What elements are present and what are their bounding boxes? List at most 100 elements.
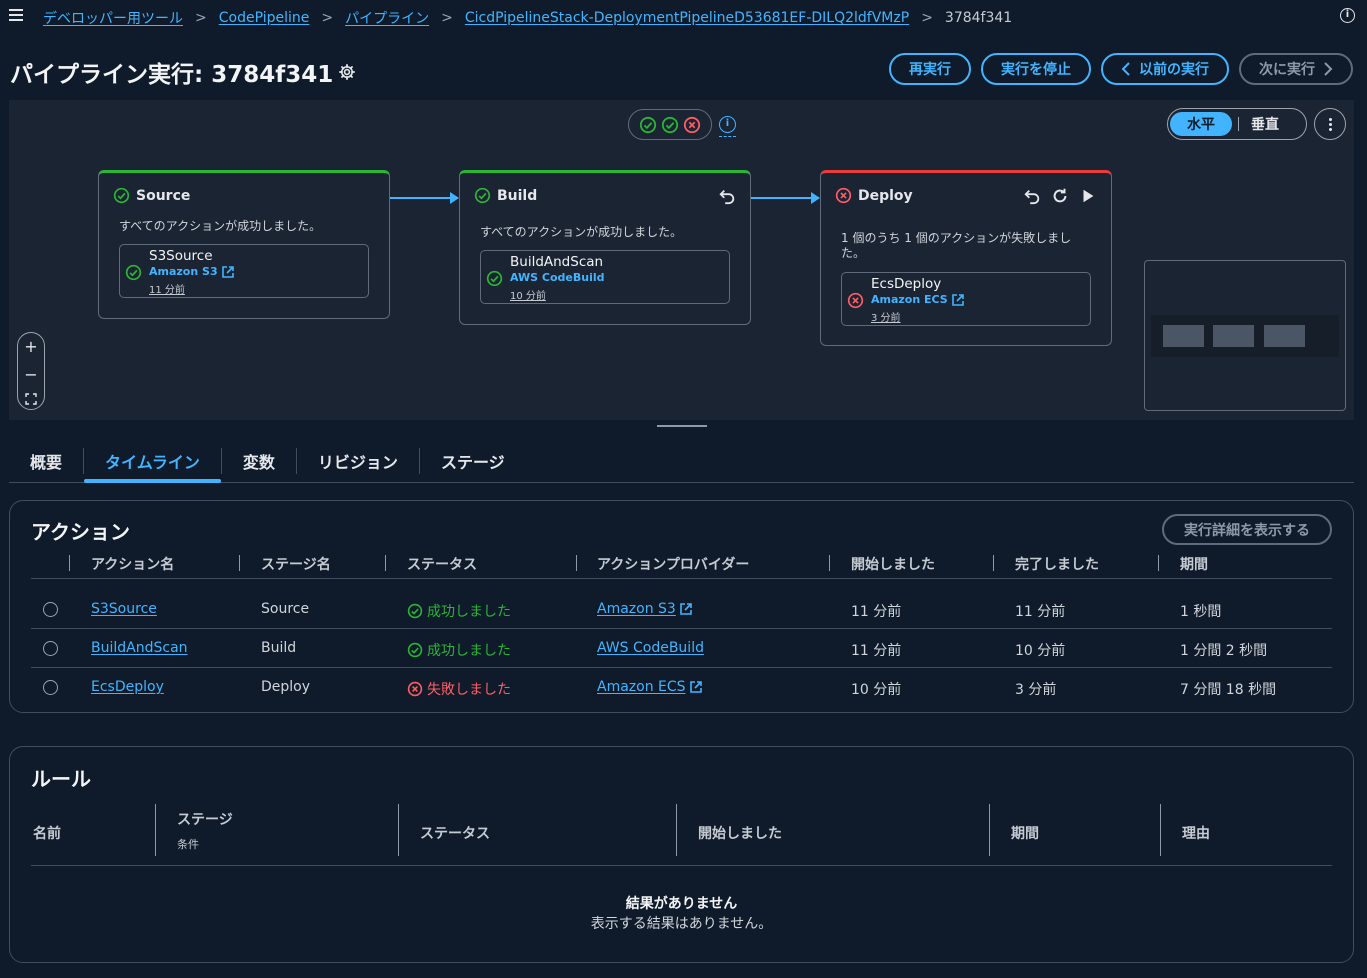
layout-horizontal-button[interactable]: 水平 <box>1170 112 1232 136</box>
action-provider-link[interactable]: AWS CodeBuild <box>510 271 605 284</box>
zoom-controls: + − <box>17 332 45 410</box>
column-status[interactable]: ステータス <box>407 554 477 574</box>
column-action-name[interactable]: アクション名 <box>91 554 174 574</box>
chevron-right-icon: > <box>921 10 933 26</box>
table-row[interactable]: EcsDeploy Deploy 失敗しました Amazon ECS 10 分前… <box>31 668 1332 707</box>
row-radio[interactable] <box>43 641 58 656</box>
chevron-right-icon: > <box>321 10 334 26</box>
column-started[interactable]: 開始しました <box>851 554 935 574</box>
rules-table-header: 名前 ステージ 条件 ステータス 開始しました 期間 理由 <box>31 802 1332 866</box>
provider-link[interactable]: Amazon ECS <box>597 679 686 695</box>
action-time: 3 分前 <box>871 313 901 324</box>
previous-execution-button[interactable]: 以前の実行 <box>1101 53 1229 85</box>
column-condition: 条件 <box>177 838 199 851</box>
stage-deploy-header: Deploy <box>835 187 913 204</box>
action-card-ecsdeploy[interactable]: EcsDeploy Amazon ECS 3 分前 <box>841 272 1091 326</box>
action-card-buildandscan[interactable]: BuildAndScan AWS CodeBuild 10 分前 <box>480 250 730 304</box>
minimap-node <box>1163 325 1204 347</box>
tab-timeline[interactable]: タイムライン <box>84 440 221 483</box>
provider-cell[interactable]: Amazon ECS <box>597 679 702 695</box>
breadcrumb-codepipeline[interactable]: CodePipeline <box>219 10 310 26</box>
stage-tools <box>718 187 736 205</box>
action-card-s3source[interactable]: S3Source Amazon S3 11 分前 <box>119 244 369 298</box>
stage-source-header: Source <box>113 187 190 204</box>
tab-variables[interactable]: 変数 <box>222 440 296 482</box>
rollback-icon[interactable] <box>718 187 736 205</box>
actions-panel-title: アクション <box>31 520 130 544</box>
table-row[interactable]: S3Source Source 成功しました Amazon S3 11 分前 1… <box>31 590 1332 629</box>
external-link-icon <box>680 603 692 615</box>
breadcrumb-pipeline-name[interactable]: CicdPipelineStack-DeploymentPipelineD536… <box>465 10 909 26</box>
breadcrumb-pipelines[interactable]: パイプライン <box>345 8 429 28</box>
provider-cell[interactable]: AWS CodeBuild <box>597 640 704 656</box>
column-divider <box>576 555 577 571</box>
status-text: 成功しました <box>427 643 511 659</box>
action-provider: Amazon S3 <box>149 265 218 278</box>
action-name: BuildAndScan <box>510 254 604 270</box>
status-text: 成功しました <box>427 604 511 620</box>
stage-name-cell: Build <box>261 640 297 656</box>
play-icon[interactable] <box>1079 187 1097 205</box>
next-execution-button[interactable]: 次に実行 <box>1239 53 1353 85</box>
breadcrumb-developer-tools[interactable]: デベロッパー用ツール <box>43 8 183 28</box>
pipeline-canvas[interactable]: i 水平 垂直 Source すべてのアクションが成功しました。 S3Sourc… <box>9 100 1354 420</box>
more-options-icon[interactable] <box>1314 108 1346 140</box>
error-icon <box>835 187 852 204</box>
completed-cell: 10 分前 <box>1015 643 1066 659</box>
retry-icon[interactable] <box>1051 187 1069 205</box>
fit-view-icon[interactable] <box>25 392 37 405</box>
column-divider <box>993 555 994 571</box>
column-duration[interactable]: 期間 <box>1180 554 1208 574</box>
provider-link[interactable]: AWS CodeBuild <box>597 640 704 656</box>
action-name-link[interactable]: S3Source <box>91 601 157 617</box>
action-name-link[interactable]: EcsDeploy <box>91 679 164 695</box>
column-provider[interactable]: アクションプロバイダー <box>597 554 749 574</box>
minimap[interactable] <box>1144 260 1346 411</box>
column-divider <box>155 804 156 856</box>
tab-revisions[interactable]: リビジョン <box>297 440 419 482</box>
action-provider-link[interactable]: Amazon S3 <box>149 265 234 278</box>
info-icon[interactable]: i <box>1340 8 1355 23</box>
previous-execution-label: 以前の実行 <box>1139 62 1209 78</box>
action-name-link[interactable]: BuildAndScan <box>91 640 188 656</box>
column-divider <box>676 804 677 856</box>
info-icon[interactable]: i <box>719 116 736 133</box>
row-radio[interactable] <box>43 602 58 617</box>
action-time: 11 分前 <box>149 285 185 296</box>
top-bar: デベロッパー用ツール > CodePipeline > パイプライン > Cic… <box>0 0 1367 34</box>
table-row[interactable]: BuildAndScan Build 成功しました AWS CodeBuild … <box>31 629 1332 668</box>
stop-execution-button[interactable]: 実行を停止 <box>981 53 1091 85</box>
stage-status-summary[interactable] <box>628 109 712 140</box>
provider-link[interactable]: Amazon S3 <box>597 601 676 617</box>
column-name[interactable]: 名前 <box>33 823 61 843</box>
row-radio[interactable] <box>43 680 58 695</box>
duration-cell: 1 分間 2 秒間 <box>1180 643 1268 659</box>
completed-cell: 3 分前 <box>1015 682 1057 698</box>
column-status[interactable]: ステータス <box>420 823 490 843</box>
resize-handle[interactable] <box>657 425 707 427</box>
column-stage[interactable]: ステージ <box>177 809 233 829</box>
layout-toggle: 水平 垂直 <box>1167 108 1307 140</box>
success-icon <box>113 187 130 204</box>
empty-state-title: 結果がありません <box>625 896 738 912</box>
gear-icon[interactable] <box>338 63 356 81</box>
menu-icon[interactable] <box>9 9 23 21</box>
rollback-icon[interactable] <box>1023 187 1041 205</box>
chevron-right-icon: > <box>441 10 453 26</box>
rerun-button[interactable]: 再実行 <box>889 53 971 85</box>
column-duration[interactable]: 期間 <box>1011 823 1039 843</box>
actions-panel: アクション 実行詳細を表示する アクション名 ステージ名 ステータス アクション… <box>9 500 1354 713</box>
zoom-in-icon[interactable]: + <box>24 337 37 356</box>
tab-stages[interactable]: ステージ <box>420 440 526 482</box>
column-started[interactable]: 開始しました <box>698 823 782 843</box>
column-completed[interactable]: 完了しました <box>1015 554 1099 574</box>
zoom-out-icon[interactable]: − <box>24 365 37 384</box>
tab-overview[interactable]: 概要 <box>9 440 83 482</box>
stage-name: Deploy <box>858 187 913 204</box>
layout-vertical-button[interactable]: 垂直 <box>1245 114 1279 134</box>
view-execution-details-button[interactable]: 実行詳細を表示する <box>1162 514 1332 545</box>
column-reason[interactable]: 理由 <box>1182 823 1210 843</box>
column-stage-name[interactable]: ステージ名 <box>261 554 331 574</box>
action-provider-link[interactable]: Amazon ECS <box>871 293 964 306</box>
provider-cell[interactable]: Amazon S3 <box>597 601 692 617</box>
